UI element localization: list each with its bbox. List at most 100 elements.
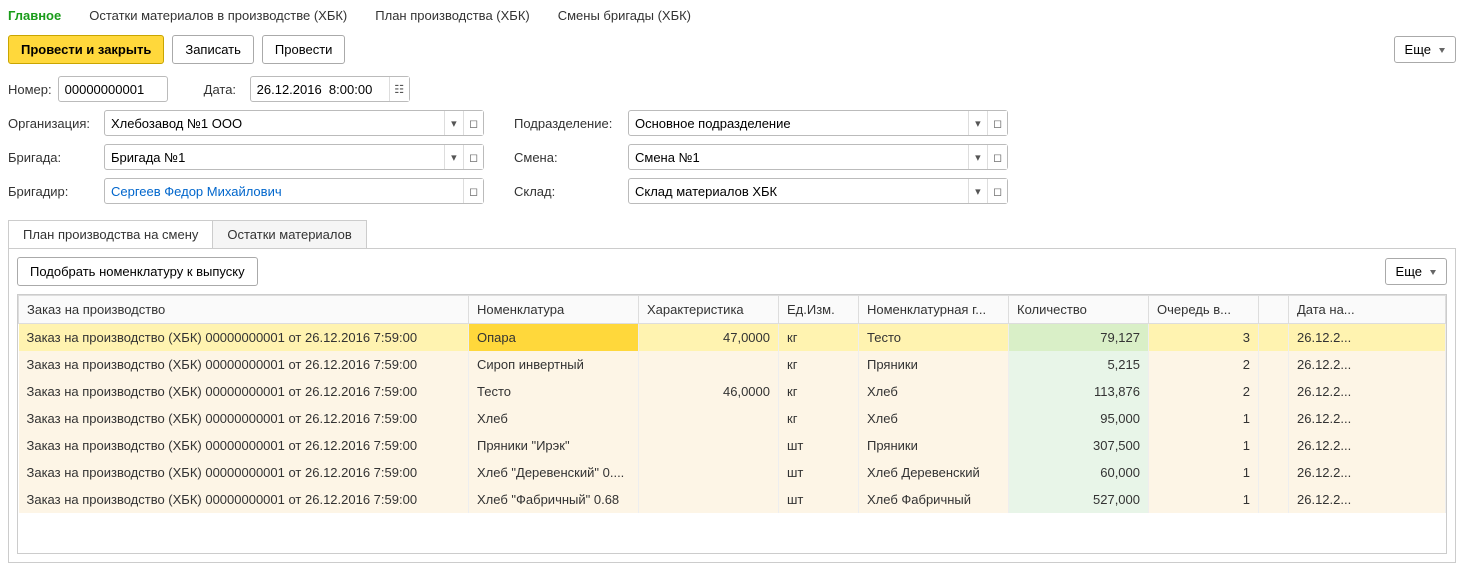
open-icon[interactable]: ◻ <box>463 179 483 203</box>
cell-queue[interactable]: 2 <box>1149 378 1259 405</box>
col-unit[interactable]: Ед.Изм. <box>779 296 859 324</box>
cell-qty[interactable]: 79,127 <box>1009 324 1149 352</box>
cell-char[interactable] <box>639 459 779 486</box>
cell-date[interactable]: 26.12.2... <box>1289 324 1446 352</box>
open-icon[interactable]: ◻ <box>463 145 483 169</box>
table-row[interactable]: Заказ на производство (ХБК) 00000000001 … <box>19 432 1446 459</box>
table-row[interactable]: Заказ на производство (ХБК) 00000000001 … <box>19 405 1446 432</box>
dropdown-icon[interactable]: ▾ <box>968 145 987 169</box>
cell-group[interactable]: Хлеб Фабричный <box>859 486 1009 513</box>
brigadier-input[interactable] <box>105 179 463 203</box>
subdiv-field[interactable]: ▾ ◻ <box>628 110 1008 136</box>
cell-date[interactable]: 26.12.2... <box>1289 405 1446 432</box>
tab-more-button[interactable]: Еще <box>1385 258 1447 285</box>
cell-date[interactable]: 26.12.2... <box>1289 432 1446 459</box>
calendar-icon[interactable]: ☷ <box>389 77 409 101</box>
brigadier-field[interactable]: ◻ <box>104 178 484 204</box>
col-nomen[interactable]: Номенклатура <box>469 296 639 324</box>
cell-char[interactable] <box>639 405 779 432</box>
cell-unit[interactable]: шт <box>779 432 859 459</box>
subtab-remains[interactable]: Остатки материалов <box>212 220 366 248</box>
cell-order[interactable]: Заказ на производство (ХБК) 00000000001 … <box>19 432 469 459</box>
cell-unit[interactable]: кг <box>779 324 859 352</box>
dropdown-icon[interactable]: ▾ <box>968 179 987 203</box>
date-input[interactable] <box>251 77 389 101</box>
warehouse-input[interactable] <box>629 179 968 203</box>
cell-nomen[interactable]: Опара <box>469 324 639 352</box>
col-queue[interactable]: Очередь в... <box>1149 296 1259 324</box>
cell-order[interactable]: Заказ на производство (ХБК) 00000000001 … <box>19 459 469 486</box>
col-char[interactable]: Характеристика <box>639 296 779 324</box>
cell-qty[interactable]: 307,500 <box>1009 432 1149 459</box>
org-input[interactable] <box>105 111 444 135</box>
col-group[interactable]: Номенклатурная г... <box>859 296 1009 324</box>
brigade-input[interactable] <box>105 145 444 169</box>
dropdown-icon[interactable]: ▾ <box>968 111 987 135</box>
cell-group[interactable]: Пряники <box>859 432 1009 459</box>
cell-group[interactable]: Хлеб <box>859 378 1009 405</box>
cell-order[interactable]: Заказ на производство (ХБК) 00000000001 … <box>19 378 469 405</box>
cell-nomen[interactable]: Тесто <box>469 378 639 405</box>
cell-queue[interactable]: 1 <box>1149 486 1259 513</box>
number-field[interactable] <box>58 76 168 102</box>
subdiv-input[interactable] <box>629 111 968 135</box>
write-button[interactable]: Записать <box>172 35 254 64</box>
table-row[interactable]: Заказ на производство (ХБК) 00000000001 … <box>19 351 1446 378</box>
cell-order[interactable]: Заказ на производство (ХБК) 00000000001 … <box>19 324 469 352</box>
cell-nomen[interactable]: Хлеб "Деревенский" 0.... <box>469 459 639 486</box>
warehouse-field[interactable]: ▾ ◻ <box>628 178 1008 204</box>
cell-queue[interactable]: 1 <box>1149 459 1259 486</box>
cell-group[interactable]: Пряники <box>859 351 1009 378</box>
cell-char[interactable]: 46,0000 <box>639 378 779 405</box>
cell-queue[interactable]: 2 <box>1149 351 1259 378</box>
org-field[interactable]: ▾ ◻ <box>104 110 484 136</box>
cell-queue[interactable]: 3 <box>1149 324 1259 352</box>
table-row[interactable]: Заказ на производство (ХБК) 00000000001 … <box>19 486 1446 513</box>
table-row[interactable]: Заказ на производство (ХБК) 00000000001 … <box>19 459 1446 486</box>
cell-nomen[interactable]: Пряники "Ирэк" <box>469 432 639 459</box>
cell-group[interactable]: Хлеб Деревенский <box>859 459 1009 486</box>
cell-queue[interactable]: 1 <box>1149 405 1259 432</box>
dropdown-icon[interactable]: ▾ <box>444 111 463 135</box>
cell-nomen[interactable]: Хлеб "Фабричный" 0.68 <box>469 486 639 513</box>
cell-order[interactable]: Заказ на производство (ХБК) 00000000001 … <box>19 351 469 378</box>
cell-queue[interactable]: 1 <box>1149 432 1259 459</box>
cell-unit[interactable]: шт <box>779 459 859 486</box>
cell-qty[interactable]: 95,000 <box>1009 405 1149 432</box>
tab-shifts[interactable]: Смены бригады (ХБК) <box>558 8 691 23</box>
number-input[interactable] <box>59 77 167 101</box>
col-order[interactable]: Заказ на производство <box>19 296 469 324</box>
more-button[interactable]: Еще <box>1394 36 1456 63</box>
cell-qty[interactable]: 60,000 <box>1009 459 1149 486</box>
col-date[interactable]: Дата на... <box>1289 296 1446 324</box>
pick-nomenclature-button[interactable]: Подобрать номенклатуру к выпуску <box>17 257 258 286</box>
cell-date[interactable]: 26.12.2... <box>1289 378 1446 405</box>
cell-date[interactable]: 26.12.2... <box>1289 351 1446 378</box>
open-icon[interactable]: ◻ <box>987 145 1007 169</box>
data-table[interactable]: Заказ на производство Номенклатура Харак… <box>18 295 1446 513</box>
cell-group[interactable]: Хлеб <box>859 405 1009 432</box>
tab-plan[interactable]: План производства (ХБК) <box>375 8 529 23</box>
open-icon[interactable]: ◻ <box>463 111 483 135</box>
cell-char[interactable] <box>639 486 779 513</box>
brigade-field[interactable]: ▾ ◻ <box>104 144 484 170</box>
col-qty[interactable]: Количество <box>1009 296 1149 324</box>
shift-field[interactable]: ▾ ◻ <box>628 144 1008 170</box>
cell-unit[interactable]: кг <box>779 405 859 432</box>
cell-unit[interactable]: шт <box>779 486 859 513</box>
cell-order[interactable]: Заказ на производство (ХБК) 00000000001 … <box>19 486 469 513</box>
subtab-plan[interactable]: План производства на смену <box>8 220 213 248</box>
cell-char[interactable] <box>639 432 779 459</box>
cell-unit[interactable]: кг <box>779 378 859 405</box>
cell-qty[interactable]: 113,876 <box>1009 378 1149 405</box>
cell-nomen[interactable]: Хлеб <box>469 405 639 432</box>
cell-char[interactable]: 47,0000 <box>639 324 779 352</box>
table-row[interactable]: Заказ на производство (ХБК) 00000000001 … <box>19 324 1446 352</box>
table-row[interactable]: Заказ на производство (ХБК) 00000000001 … <box>19 378 1446 405</box>
post-and-close-button[interactable]: Провести и закрыть <box>8 35 164 64</box>
cell-group[interactable]: Тесто <box>859 324 1009 352</box>
cell-date[interactable]: 26.12.2... <box>1289 486 1446 513</box>
cell-order[interactable]: Заказ на производство (ХБК) 00000000001 … <box>19 405 469 432</box>
dropdown-icon[interactable]: ▾ <box>444 145 463 169</box>
tab-remains[interactable]: Остатки материалов в производстве (ХБК) <box>89 8 347 23</box>
